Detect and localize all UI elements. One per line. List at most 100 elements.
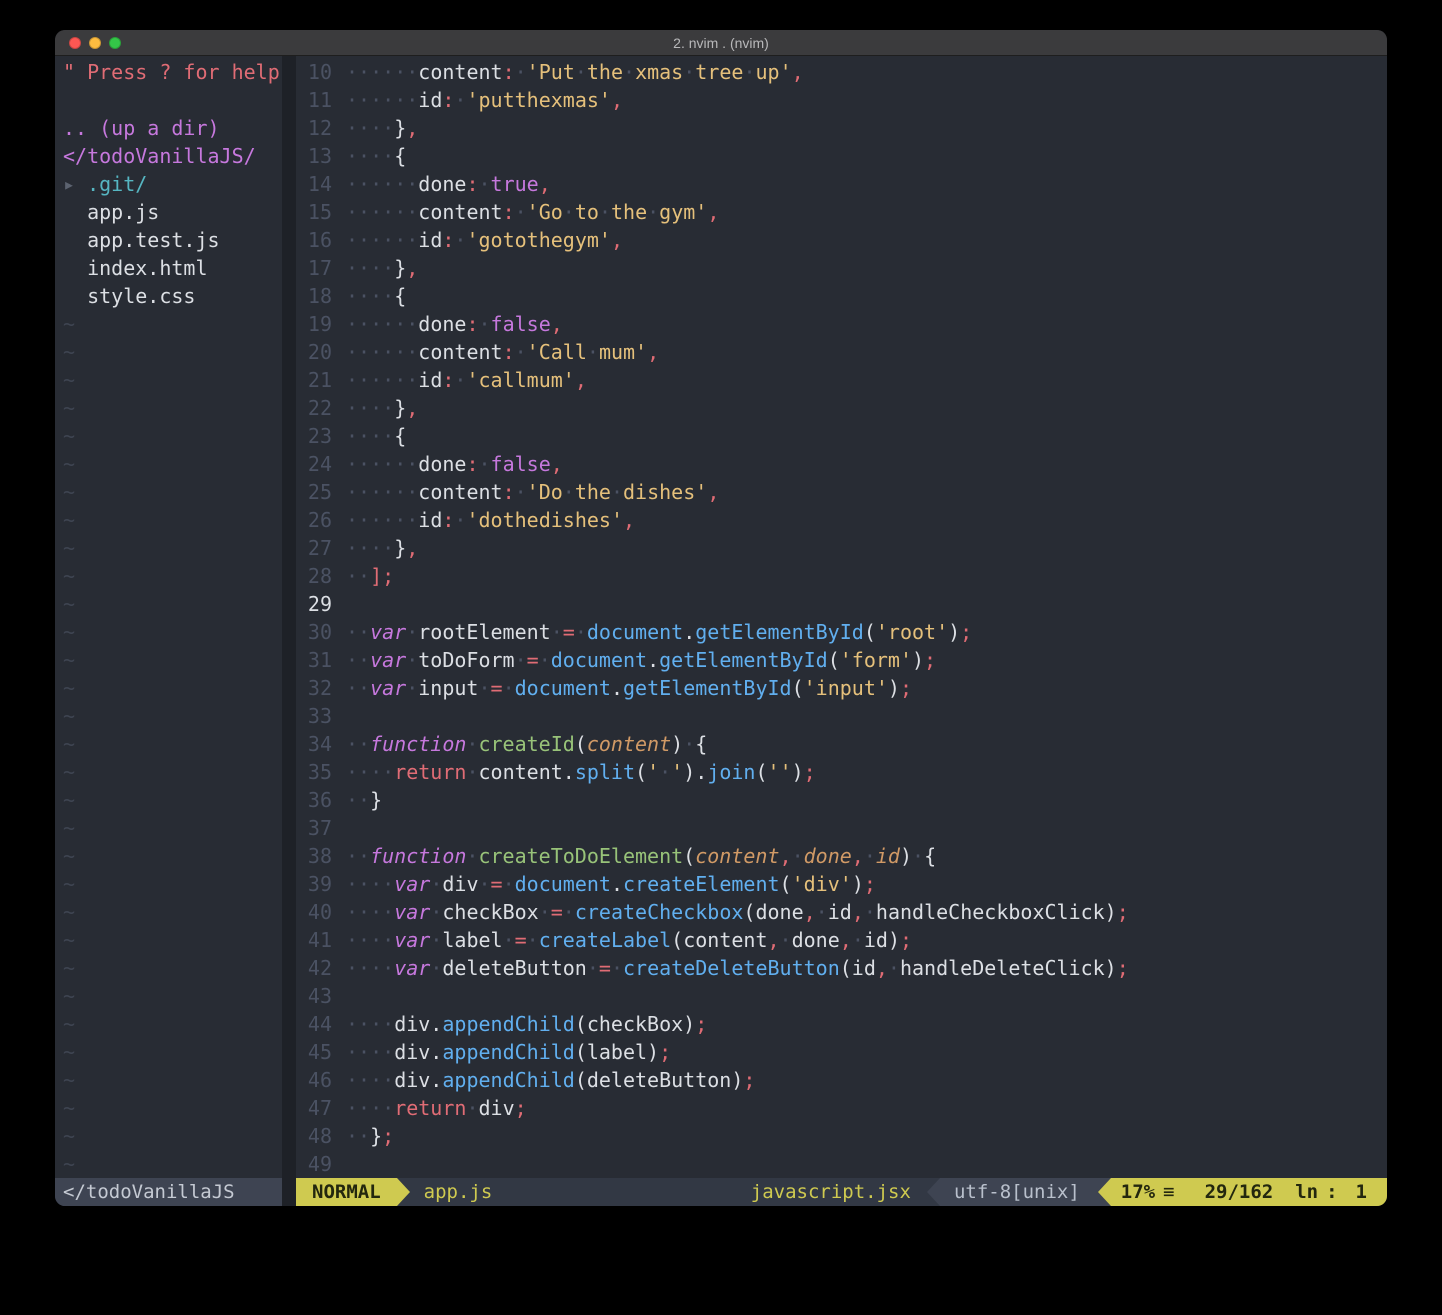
code-line[interactable]: 46····div.appendChild(deleteButton); — [296, 1066, 1387, 1094]
code-line[interactable]: 27····}, — [296, 534, 1387, 562]
code-token: , — [768, 928, 780, 952]
whitespace-dot: · — [370, 172, 382, 196]
code-line[interactable]: 12····}, — [296, 114, 1387, 142]
code-line[interactable]: 48··}; — [296, 1122, 1387, 1150]
code-line[interactable]: 21······id:·'callmum', — [296, 366, 1387, 394]
code-line[interactable]: 34··function·createId(content)·{ — [296, 730, 1387, 758]
code-line[interactable]: 47····return·div; — [296, 1094, 1387, 1122]
code-line[interactable]: 31··var·toDoForm·=·document.getElementBy… — [296, 646, 1387, 674]
code-token: ; — [1117, 900, 1129, 924]
whitespace-dot: · — [370, 760, 382, 784]
window-split-divider[interactable] — [282, 56, 296, 1178]
code-line[interactable]: 19······done:·false, — [296, 310, 1387, 338]
code-line[interactable]: 20······content:·'Call·mum', — [296, 338, 1387, 366]
code-line[interactable]: 39····var·div·=·document.createElement('… — [296, 870, 1387, 898]
code-token: done — [792, 928, 840, 952]
code-token: , — [406, 396, 418, 420]
code-line[interactable]: 26······id:·'dothedishes', — [296, 506, 1387, 534]
code-token: dishes' — [623, 480, 707, 504]
minimize-button[interactable] — [89, 37, 101, 49]
code-line[interactable]: 40····var·checkBox·=·createCheckbox(done… — [296, 898, 1387, 926]
whitespace-dot: · — [683, 60, 695, 84]
root-path[interactable]: </todoVanillaJS/ — [63, 142, 282, 170]
whitespace-dot: · — [346, 956, 358, 980]
code-line[interactable]: 23····{ — [296, 422, 1387, 450]
whitespace-dot: · — [358, 956, 370, 980]
code-line[interactable]: 17····}, — [296, 254, 1387, 282]
code-line[interactable]: 43 — [296, 982, 1387, 1010]
statusbar-fill — [492, 1178, 751, 1206]
code-token: { — [394, 424, 406, 448]
code-token: createId — [478, 732, 574, 756]
code-token: , — [792, 60, 804, 84]
code-line[interactable]: 25······content:·'Do·the·dishes', — [296, 478, 1387, 506]
whitespace-dot: · — [346, 508, 358, 532]
whitespace-dot: · — [370, 424, 382, 448]
code-token: var — [394, 872, 430, 896]
code-line[interactable]: 42····var·deleteButton·=·createDeleteBut… — [296, 954, 1387, 982]
empty-line-tilde: ~ — [63, 534, 282, 562]
code-line[interactable]: 44····div.appendChild(checkBox); — [296, 1010, 1387, 1038]
whitespace-dot: · — [430, 956, 442, 980]
code-line[interactable]: 41····var·label·=·createLabel(content,·d… — [296, 926, 1387, 954]
code-token: the — [575, 480, 611, 504]
up-dir[interactable]: .. (up a dir) — [63, 114, 282, 142]
code-line[interactable]: 45····div.appendChild(label); — [296, 1038, 1387, 1066]
whitespace-dot: · — [515, 60, 527, 84]
whitespace-dot: · — [454, 88, 466, 112]
code-token: true — [491, 172, 539, 196]
code-token: createElement — [623, 872, 780, 896]
code-line[interactable]: 11······id:·'putthexmas', — [296, 86, 1387, 114]
code-line[interactable]: 22····}, — [296, 394, 1387, 422]
code-token: (content — [671, 928, 767, 952]
whitespace-dot: · — [394, 88, 406, 112]
code-line[interactable]: 37 — [296, 814, 1387, 842]
code-token: , — [707, 200, 719, 224]
code-line[interactable]: 10······content:·'Put·the·xmas·tree·up', — [296, 58, 1387, 86]
code-line[interactable]: 16······id:·'gotothegym', — [296, 226, 1387, 254]
code-line[interactable]: 13····{ — [296, 142, 1387, 170]
whitespace-dot: · — [358, 368, 370, 392]
code-line[interactable]: 30··var·rootElement·=·document.getElemen… — [296, 618, 1387, 646]
whitespace-dot: · — [382, 368, 394, 392]
code-token: join — [707, 760, 755, 784]
code-line[interactable]: 32··var·input·=·document.getElementById(… — [296, 674, 1387, 702]
code-line[interactable]: 29 — [296, 590, 1387, 618]
code-line[interactable]: 33 — [296, 702, 1387, 730]
code-line[interactable]: 18····{ — [296, 282, 1387, 310]
whitespace-dot: · — [358, 424, 370, 448]
powerline-separator-mode — [397, 1178, 410, 1206]
code-token: , — [623, 508, 635, 532]
whitespace-dot: · — [346, 144, 358, 168]
code-editor[interactable]: 10······content:·'Put·the·xmas·tree·up',… — [296, 56, 1387, 1178]
whitespace-dot: · — [346, 648, 358, 672]
whitespace-dot: · — [575, 620, 587, 644]
file-app-test-js[interactable]: app.test.js — [63, 226, 282, 254]
whitespace-dot: · — [358, 256, 370, 280]
file-app-js[interactable]: app.js — [63, 198, 282, 226]
empty-line-tilde: ~ — [63, 1066, 282, 1094]
close-button[interactable] — [69, 37, 81, 49]
code-line[interactable]: 24······done:·false, — [296, 450, 1387, 478]
code-token: 'Put — [527, 60, 575, 84]
dir-git[interactable]: ▸ .git/ — [63, 170, 282, 198]
code-line[interactable]: 35····return·content.split('·').join('')… — [296, 758, 1387, 786]
file-style-css[interactable]: style.css — [63, 282, 282, 310]
whitespace-dot: · — [816, 900, 828, 924]
code-line[interactable]: 14······done:·true, — [296, 170, 1387, 198]
code-token: : — [503, 60, 515, 84]
zoom-button[interactable] — [109, 37, 121, 49]
code-token: ; — [515, 1096, 527, 1120]
code-line[interactable]: 36··} — [296, 786, 1387, 814]
window-titlebar[interactable]: 2. nvim . (nvim) — [55, 30, 1387, 56]
line-text: ····}, — [346, 256, 418, 280]
code-line[interactable]: 38··function·createToDoElement(content,·… — [296, 842, 1387, 870]
code-line[interactable]: 49 — [296, 1150, 1387, 1178]
code-line[interactable]: 28··]; — [296, 562, 1387, 590]
code-line[interactable]: 15······content:·'Go·to·the·gym', — [296, 198, 1387, 226]
whitespace-dot: · — [346, 368, 358, 392]
file-index-html[interactable]: index.html — [63, 254, 282, 282]
line-text: ····div.appendChild(deleteButton); — [346, 1068, 755, 1092]
line-text: ····}, — [346, 396, 418, 420]
whitespace-dot: · — [382, 900, 394, 924]
